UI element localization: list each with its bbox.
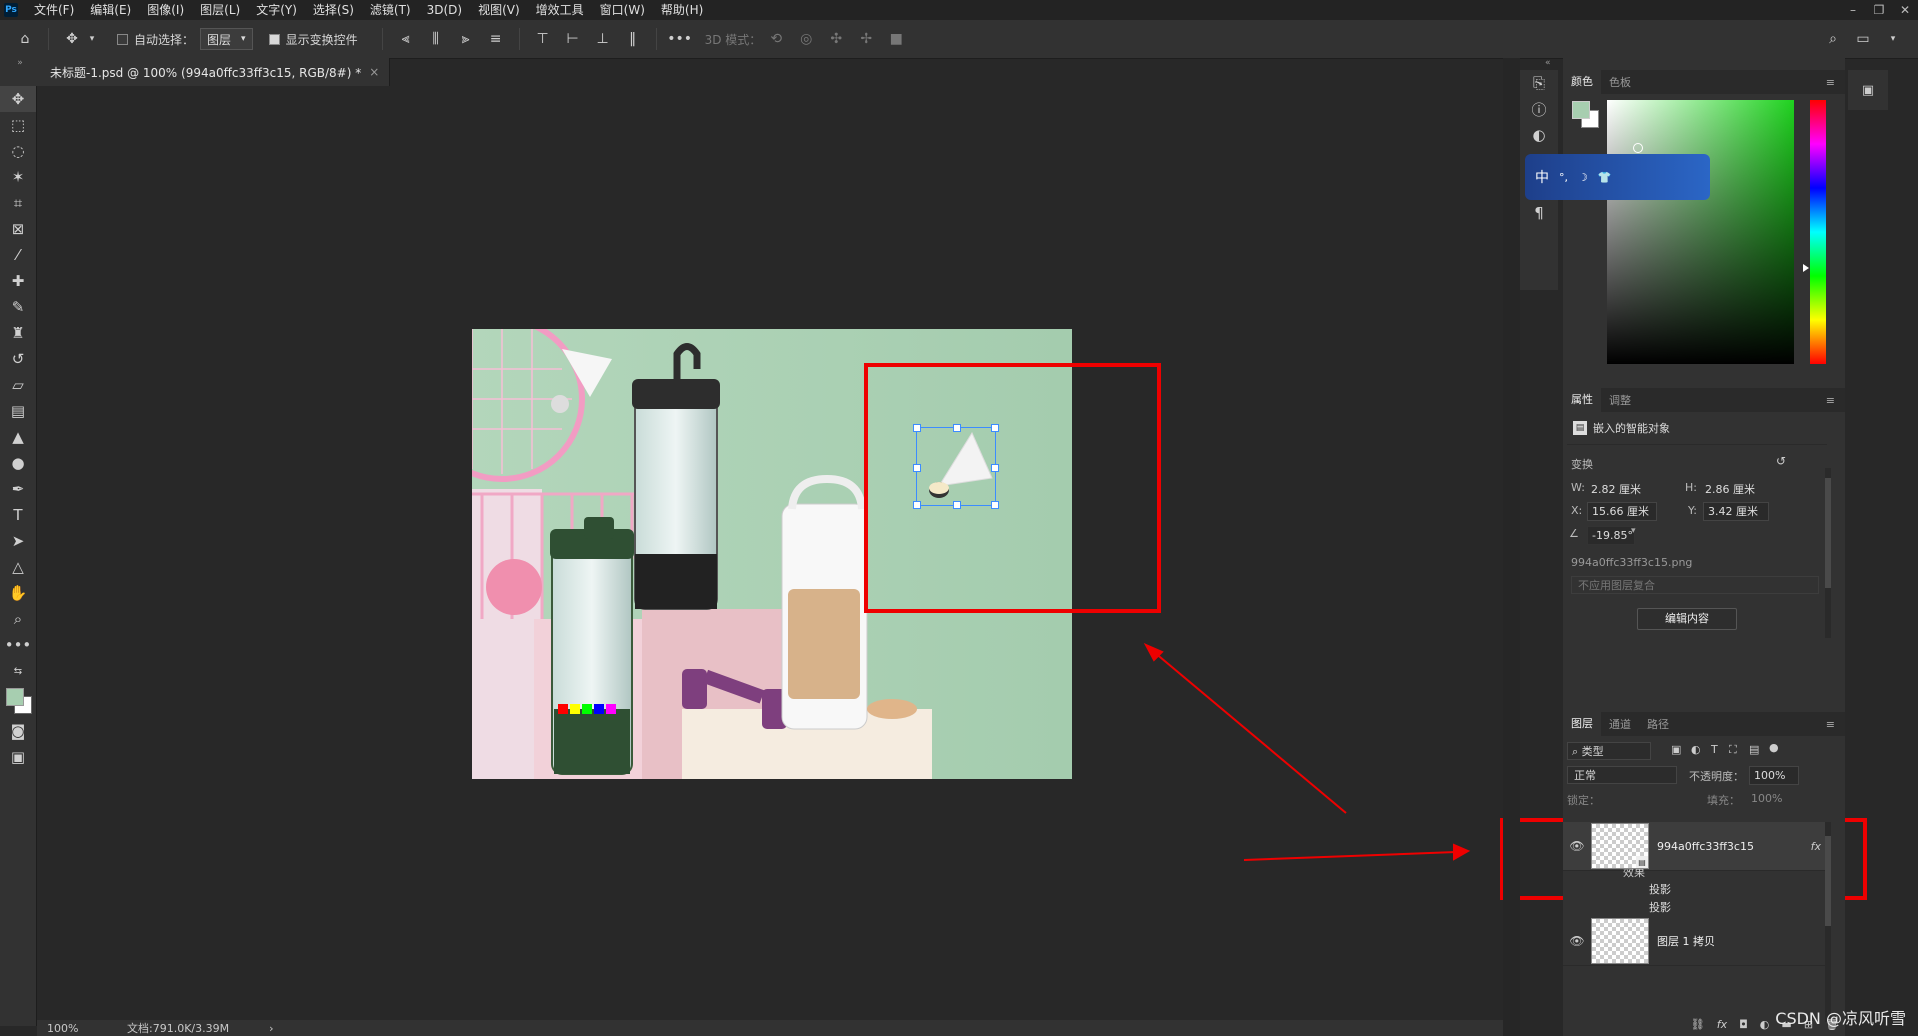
moon-icon[interactable]: ☽: [1578, 171, 1588, 184]
status-bar: 100% 文档:791.0K/3.39M ›: [37, 1020, 1503, 1036]
tab-paths[interactable]: 路径: [1639, 716, 1677, 732]
blend-mode-value: 正常: [1574, 769, 1596, 782]
tab-adjustments[interactable]: 调整: [1601, 392, 1639, 408]
foreground-color-swatch[interactable]: [1572, 101, 1590, 119]
fill-field[interactable]: 100%: [1751, 792, 1782, 805]
divider: [1567, 444, 1827, 445]
ime-chinese-mode[interactable]: 中: [1535, 167, 1549, 187]
filter-shape-icon[interactable]: ⛶: [1729, 743, 1737, 757]
opacity-field[interactable]: 100%: [1749, 766, 1799, 785]
hue-slider-handle[interactable]: [1803, 264, 1809, 272]
lock-label: 锁定：: [1567, 794, 1600, 807]
width-field[interactable]: 2.82 厘米: [1591, 481, 1641, 497]
height-label: H:: [1685, 481, 1697, 494]
layers-panel: ⌕ 类型 ▣ ◐ T ⛶ ▤ ● 正常 不透明度： 100% 锁定： 填充： 1…: [1563, 736, 1845, 1036]
layer-filter-value: 类型: [1581, 745, 1604, 758]
panel-dock-gutter: [1503, 58, 1520, 1036]
object-type: ▤ 嵌入的智能对象: [1573, 420, 1670, 436]
layer-thumbnail: [1591, 918, 1649, 964]
linked-filename: 994a0ffc33ff3c15.png: [1571, 556, 1693, 569]
add-style-icon[interactable]: fx: [1717, 1018, 1727, 1031]
edit-contents-button[interactable]: 编辑内容: [1637, 608, 1737, 630]
color-panel: [1563, 94, 1845, 384]
search-icon: ⌕: [1572, 745, 1579, 758]
height-field[interactable]: 2.86 厘米: [1705, 481, 1755, 497]
eye-icon[interactable]: 👁: [1563, 934, 1591, 948]
filter-type-icon[interactable]: T: [1711, 743, 1718, 756]
layer-name[interactable]: 图层 1 拷贝: [1657, 933, 1715, 949]
ime-punctuation-icon[interactable]: °,: [1559, 171, 1568, 184]
shirt-icon[interactable]: 👕: [1598, 171, 1612, 184]
zoom-level[interactable]: 100%: [47, 1022, 117, 1035]
layer-effects-icon[interactable]: fx: [1811, 840, 1821, 853]
hue-slider[interactable]: [1810, 100, 1826, 364]
adjust-panel-icon[interactable]: ◐: [1520, 122, 1558, 148]
x-position-field[interactable]: 15.66 厘米: [1587, 502, 1657, 521]
chevron-down-icon[interactable]: ▾: [1631, 526, 1636, 536]
layer-list: 👁 ▤ 994a0ffc33ff3c15 fx 效果 投影 投影 👁 图层 1 …: [1563, 822, 1829, 966]
effect-drop-shadow-2[interactable]: 投影: [1563, 899, 1829, 917]
color-panel-tabs: 颜色 色板 ≡: [1563, 70, 1845, 94]
angle-field[interactable]: -19.85°: [1587, 526, 1635, 545]
panel-menu-icon[interactable]: ≡: [1818, 718, 1845, 731]
color-field[interactable]: [1607, 100, 1794, 364]
tab-properties[interactable]: 属性: [1563, 388, 1601, 412]
width-label: W:: [1571, 481, 1585, 494]
ime-toolbar[interactable]: 中 °, ☽ 👕: [1525, 154, 1710, 200]
layer-name[interactable]: 994a0ffc33ff3c15: [1657, 840, 1811, 853]
color-picker-cursor[interactable]: [1633, 143, 1643, 153]
effect-drop-shadow-1[interactable]: 投影: [1563, 881, 1829, 899]
properties-panel-tabs: 属性 调整 ≡: [1563, 388, 1845, 412]
opacity-label: 不透明度：: [1689, 770, 1744, 783]
add-mask-icon[interactable]: ◘: [1739, 1018, 1748, 1031]
collapse-panels-icon[interactable]: «: [1545, 58, 1563, 70]
link-layers-icon[interactable]: ⛓: [1691, 1018, 1705, 1031]
new-adjustment-icon[interactable]: ◐: [1760, 1018, 1770, 1031]
fill-label: 填充：: [1707, 794, 1740, 807]
watermark: CSDN @凉风听雪: [1775, 1009, 1906, 1028]
filter-smart-object-icon[interactable]: ▤: [1749, 743, 1759, 756]
libraries-panel-icon[interactable]: ▣: [1848, 70, 1888, 110]
layers-scrollbar[interactable]: [1825, 822, 1831, 1022]
eye-icon[interactable]: 👁: [1563, 839, 1591, 853]
layer-thumbnail: ▤: [1591, 823, 1649, 869]
layer-row[interactable]: 👁 ▤ 994a0ffc33ff3c15 fx: [1563, 822, 1829, 871]
filter-pixel-icon[interactable]: ▣: [1671, 743, 1681, 756]
transform-label: 变换: [1571, 458, 1593, 471]
tab-swatches[interactable]: 色板: [1601, 74, 1639, 90]
y-position-field[interactable]: 3.42 厘米: [1703, 502, 1769, 521]
properties-panel: ▤ 嵌入的智能对象 变换 ↺ W: 2.82 厘米 H: 2.86 厘米 X: …: [1563, 412, 1845, 712]
document-info: 文档:791.0K/3.39M: [127, 1022, 230, 1035]
panel-menu-icon[interactable]: ≡: [1818, 76, 1845, 89]
layer-comp-placeholder: 不应用图层复合: [1578, 579, 1655, 592]
history-panel-icon[interactable]: ⎘: [1520, 70, 1558, 96]
reset-transform-icon[interactable]: ↺: [1776, 454, 1786, 468]
smart-object-icon: ▤: [1573, 421, 1587, 435]
tab-channels[interactable]: 通道: [1601, 716, 1639, 732]
tab-layers[interactable]: 图层: [1563, 712, 1601, 736]
smart-object-badge-icon: ▤: [1636, 856, 1648, 868]
angle-icon: ∠: [1569, 527, 1579, 540]
layer-filter-select[interactable]: ⌕ 类型: [1567, 742, 1651, 760]
object-type-label: 嵌入的智能对象: [1593, 422, 1670, 435]
layer-row[interactable]: 👁 图层 1 拷贝: [1563, 917, 1829, 966]
paragraph-panel-icon[interactable]: ¶: [1520, 200, 1558, 226]
properties-scrollbar[interactable]: [1825, 468, 1831, 638]
y-label: Y:: [1688, 504, 1697, 517]
layers-panel-tabs: 图层 通道 路径 ≡: [1563, 712, 1845, 736]
blend-mode-select[interactable]: 正常: [1567, 766, 1677, 784]
panel-menu-icon[interactable]: ≡: [1818, 394, 1845, 407]
filter-toggle-icon[interactable]: ●: [1769, 741, 1779, 754]
tab-color[interactable]: 颜色: [1563, 70, 1601, 94]
layer-comp-select[interactable]: 不应用图层复合: [1571, 576, 1819, 594]
x-label: X:: [1571, 504, 1583, 517]
status-arrow-icon[interactable]: ›: [269, 1022, 273, 1035]
right-panels: 颜色 色板 ≡ 中 °, ☽ 👕 属性 调整 ≡ ▤ 嵌入的智能对象 变换 ↺ …: [1525, 58, 1845, 1036]
info-panel-icon[interactable]: ⓘ: [1520, 96, 1558, 122]
filter-adjustment-icon[interactable]: ◐: [1691, 743, 1701, 756]
